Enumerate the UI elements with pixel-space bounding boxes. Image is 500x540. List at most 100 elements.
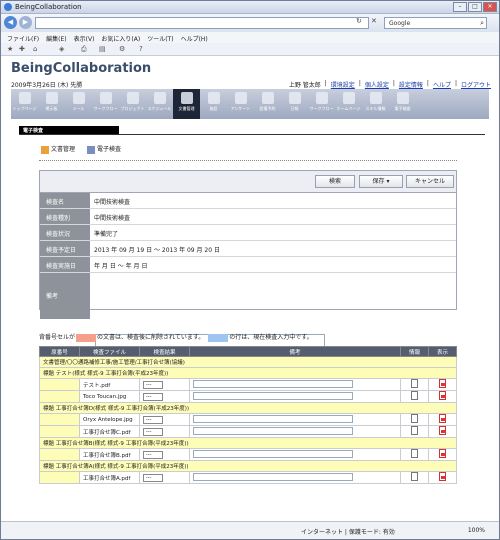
toolbar-item-12[interactable]: ホームページ	[335, 89, 362, 119]
menu-item-5[interactable]: ヘルプ(H)	[181, 34, 208, 43]
crumb-documents[interactable]: 文書管理	[41, 144, 75, 154]
remarks-cell	[189, 378, 401, 391]
toolbar-item-2[interactable]: メール	[65, 89, 92, 119]
link-environment[interactable]: 環境設定	[331, 80, 355, 89]
maximize-button[interactable]: □	[468, 2, 482, 12]
minimize-button[interactable]: –	[453, 2, 467, 12]
back-button[interactable]: ◀	[4, 16, 17, 29]
save-button[interactable]: 保存 ▾	[359, 175, 403, 188]
menu-item-3[interactable]: お気に入り(A)	[101, 34, 140, 43]
document-info-icon[interactable]	[411, 379, 418, 388]
document-info-icon[interactable]	[411, 472, 418, 481]
remarks-input[interactable]	[193, 391, 353, 400]
link-help[interactable]: ヘルプ	[433, 80, 451, 89]
folder-icon	[41, 145, 49, 154]
view-cell	[428, 378, 457, 391]
result-select[interactable]: ---	[143, 415, 163, 424]
menu-item-4[interactable]: ツール(T)	[147, 34, 173, 43]
document-info-icon[interactable]	[411, 426, 418, 435]
toolbar-item-11[interactable]: ワークフロー	[308, 89, 335, 119]
toolbar-item-5[interactable]: スケジュール	[146, 89, 173, 119]
result-select[interactable]: ---	[143, 392, 163, 401]
toolbar-item-9[interactable]: 設備予約	[254, 89, 281, 119]
search-icon[interactable]: ⌕	[480, 19, 484, 28]
pdf-view-icon[interactable]	[439, 472, 446, 481]
remarks-input[interactable]	[193, 472, 353, 481]
remarks-input[interactable]	[193, 449, 353, 458]
refresh-icon[interactable]: ↻	[356, 17, 362, 25]
feeds-icon[interactable]: ◈	[59, 45, 64, 53]
menu-item-0[interactable]: ファイル(F)	[7, 34, 39, 43]
help-icon[interactable]: ?	[139, 45, 143, 53]
toolbar-icon	[396, 92, 409, 104]
file-name[interactable]: テスト.pdf	[79, 378, 140, 391]
remarks-input[interactable]	[193, 379, 353, 388]
info-cell	[400, 471, 429, 484]
file-name[interactable]: 工事打合せ簿A.pdf	[79, 471, 140, 484]
file-name[interactable]: Oryx Antelope.jpg	[79, 413, 140, 426]
pdf-view-icon[interactable]	[439, 379, 446, 388]
toolbar-icon	[45, 92, 58, 104]
favorites-star-icon[interactable]: ★	[7, 45, 13, 53]
toolbar-item-7[interactable]: 施設	[200, 89, 227, 119]
view-cell	[428, 413, 457, 426]
print-icon[interactable]: ⎙	[81, 45, 87, 54]
toolbar-item-6[interactable]: 文書管理	[173, 89, 200, 119]
value-actual-date[interactable]: 年 月 日 〜 年 月 日	[90, 257, 456, 272]
toolbar-item-4[interactable]: プロジェクト	[119, 89, 146, 119]
remarks-input[interactable]	[193, 426, 353, 435]
file-name[interactable]: 工事打合せ簿B.pdf	[79, 448, 140, 461]
cancel-button[interactable]: キャンセル	[406, 175, 454, 188]
pdf-view-icon[interactable]	[439, 391, 446, 400]
home-icon[interactable]: ⌂	[33, 45, 37, 53]
file-name[interactable]: Toco Toucan.jpg	[79, 390, 140, 403]
toolbar-item-1[interactable]: 掲示板	[38, 89, 65, 119]
toolbar-icon	[369, 92, 382, 104]
link-personal[interactable]: 個人設定	[365, 80, 389, 89]
menu-item-2[interactable]: 表示(V)	[74, 34, 95, 43]
add-favorite-icon[interactable]: ✚	[19, 45, 25, 53]
zoom-level[interactable]: 100%	[468, 527, 485, 534]
document-info-icon[interactable]	[411, 414, 418, 423]
search-button[interactable]: 検索	[315, 175, 355, 188]
toolbar-item-13[interactable]: スキル情報	[362, 89, 389, 119]
form-toolbar: 検索 保存 ▾ キャンセル	[40, 171, 456, 193]
stop-icon[interactable]: ✕	[371, 17, 377, 25]
toolbar-item-10[interactable]: 日報	[281, 89, 308, 119]
result-select[interactable]: ---	[143, 473, 163, 482]
view-cell	[428, 448, 457, 461]
link-settings[interactable]: 設定情報	[399, 80, 423, 89]
pdf-view-icon[interactable]	[439, 449, 446, 458]
col-original-number: 原番号	[39, 346, 80, 357]
pdf-view-icon[interactable]	[439, 414, 446, 423]
url-field[interactable]	[35, 17, 369, 29]
toolbar-item-0[interactable]: トップページ	[11, 89, 38, 119]
col-result: 検査結果	[139, 346, 190, 357]
tools-menu-icon[interactable]: ⚙	[119, 45, 125, 53]
toolbar-item-8[interactable]: アンケート	[227, 89, 254, 119]
document-info-icon[interactable]	[411, 391, 418, 400]
toolbar-item-3[interactable]: ワークフロー	[92, 89, 119, 119]
link-logout[interactable]: ログアウト	[461, 80, 491, 89]
view-cell	[428, 390, 457, 403]
label-inspection-status: 検査状況	[40, 225, 90, 240]
remarks-input[interactable]	[193, 414, 353, 423]
value-planned-date[interactable]: 2013 年 09 月 19 日 〜 2013 年 09 月 20 日	[90, 241, 456, 256]
result-select[interactable]: ---	[143, 380, 163, 389]
section-tab: 電子検査	[19, 126, 119, 134]
file-name[interactable]: 工事打合せ簿C.pdf	[79, 425, 140, 438]
menu-item-1[interactable]: 編集(E)	[46, 34, 66, 43]
crumb-inspection[interactable]: 電子検査	[87, 144, 121, 154]
result-select[interactable]: ---	[143, 450, 163, 459]
result-select[interactable]: ---	[143, 427, 163, 436]
section-row: 標題 工事打合せ簿D(様式 様式-9 工事打合簿(平成23年度))	[39, 402, 457, 414]
forward-button[interactable]: ▶	[19, 16, 32, 29]
section-row: 標題 工事打合せ簿A(様式 様式-9 工事打合簿(平成23年度))	[39, 460, 457, 472]
toolbar-label: アンケート	[230, 106, 251, 111]
search-input[interactable]: Google ⌕	[384, 17, 487, 29]
page-menu-icon[interactable]: ▤	[99, 45, 106, 53]
pdf-view-icon[interactable]	[439, 426, 446, 435]
toolbar-item-14[interactable]: 電子検査	[389, 89, 416, 119]
close-button[interactable]: ✕	[483, 2, 497, 12]
document-info-icon[interactable]	[411, 449, 418, 458]
